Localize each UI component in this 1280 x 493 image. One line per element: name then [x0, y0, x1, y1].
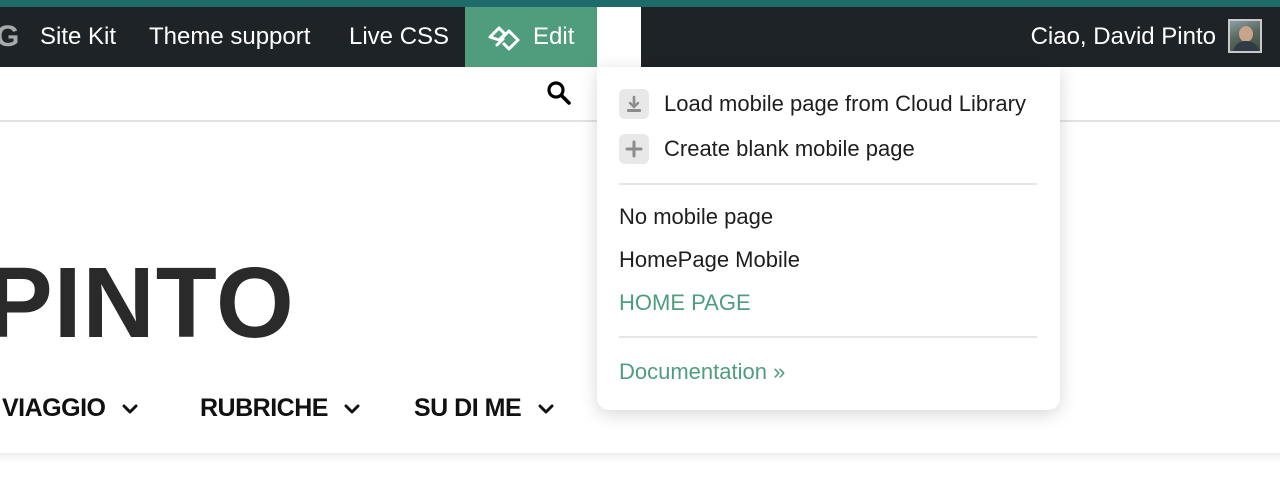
nav-item-label: SU DI ME — [414, 394, 522, 422]
download-icon — [619, 89, 649, 119]
avatar-head-shape — [1239, 26, 1253, 42]
admin-bar: G Site Kit Theme support Live CSS Edit C… — [0, 7, 1280, 67]
nav-item-viaggio[interactable]: VIAGGIO — [2, 392, 138, 424]
menu-divider — [619, 336, 1037, 338]
edit-label: Edit — [533, 23, 575, 50]
nav-item-su-di-me[interactable]: SU DI ME — [414, 392, 554, 424]
nav-item-rubriche[interactable]: RUBRICHE — [200, 392, 360, 424]
google-g-icon[interactable]: G — [0, 7, 19, 67]
search-icon[interactable] — [546, 80, 572, 106]
top-accent-strip — [0, 0, 1280, 7]
plus-icon — [619, 134, 649, 164]
page-option-home-page-active[interactable]: HOME PAGE — [619, 286, 751, 320]
avatar[interactable] — [1228, 19, 1262, 53]
dropdown-toggle-tab[interactable] — [597, 7, 641, 67]
menu-divider — [619, 183, 1037, 185]
page-builder-icon — [488, 26, 520, 51]
nav-item-label: VIAGGIO — [2, 394, 106, 422]
load-mobile-page-item[interactable]: Load mobile page from Cloud Library — [664, 87, 1036, 121]
admin-item-live-css[interactable]: Live CSS — [349, 7, 449, 67]
nav-item-label: RUBRICHE — [200, 394, 328, 422]
header-bottom-shadow — [0, 453, 1280, 493]
chevron-down-icon — [344, 404, 360, 414]
avatar-body-shape — [1233, 41, 1259, 51]
admin-item-site-kit[interactable]: Site Kit — [40, 7, 116, 67]
page-option-no-mobile[interactable]: No mobile page — [619, 200, 773, 234]
documentation-link[interactable]: Documentation » — [619, 355, 785, 389]
admin-item-theme-support[interactable]: Theme support — [149, 7, 310, 67]
user-greeting[interactable]: Ciao, David Pinto — [1031, 7, 1216, 67]
chevron-down-icon — [538, 404, 554, 414]
edit-button[interactable]: Edit — [465, 7, 597, 67]
edit-dropdown-menu: Load mobile page from Cloud Library Crea… — [597, 67, 1060, 410]
create-blank-mobile-page-item[interactable]: Create blank mobile page — [664, 132, 1036, 166]
page-option-homepage-mobile[interactable]: HomePage Mobile — [619, 243, 800, 277]
chevron-down-icon — [122, 404, 138, 414]
site-title[interactable]: PINTO — [0, 248, 295, 358]
